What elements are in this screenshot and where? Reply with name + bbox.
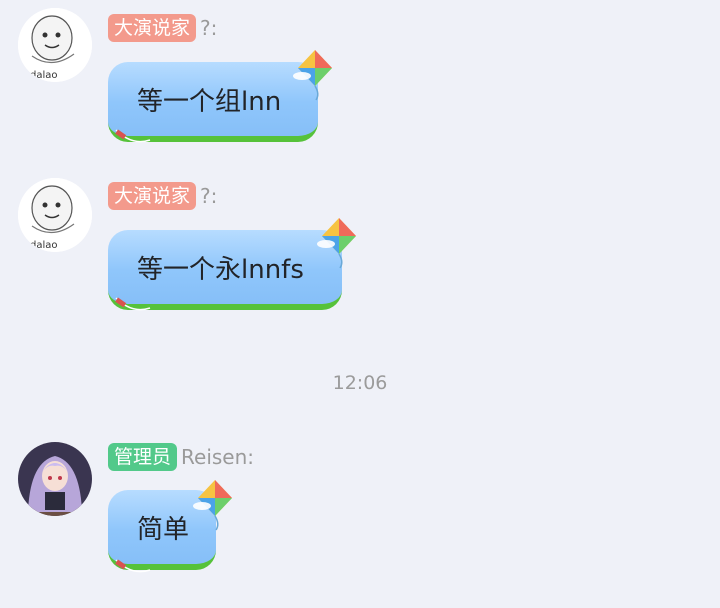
admin-badge: 管理员 — [108, 443, 178, 471]
chat-message-3: 管理员 Reisen: 简单 — [0, 0, 720, 600]
sender-name: Reisen: — [181, 445, 255, 469]
avatar[interactable] — [18, 442, 92, 516]
anime-girl-icon — [18, 442, 92, 516]
kite-icon — [193, 480, 232, 531]
message-text: 简单 — [137, 514, 190, 545]
message-header: 管理员 Reisen: — [108, 443, 254, 471]
string-reel-icon — [115, 559, 151, 573]
